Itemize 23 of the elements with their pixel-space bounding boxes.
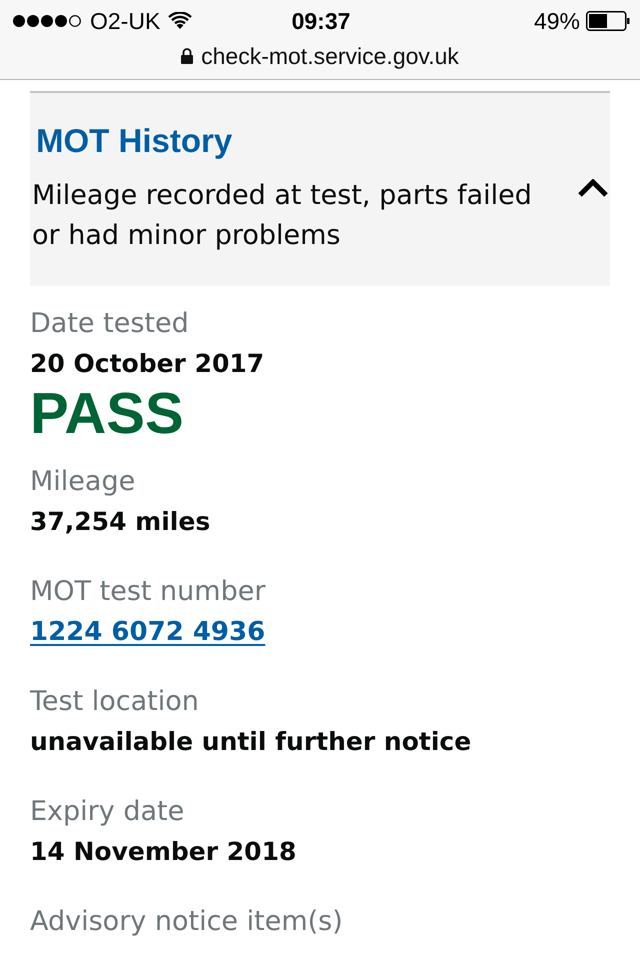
field-label: Expiry date — [30, 795, 184, 829]
test-number-link[interactable]: 1224 6072 4936 — [30, 612, 266, 652]
field-label: Date tested — [30, 307, 189, 341]
wifi-icon — [168, 12, 192, 30]
field-label: Mileage — [30, 465, 136, 499]
chevron-up-icon[interactable] — [578, 179, 608, 197]
field-value: 20 October 2017 — [30, 348, 264, 380]
panel-description: Mileage recorded at test, parts failed or had minor problems — [32, 179, 533, 253]
field-label: MOT test number — [30, 575, 266, 609]
carrier-name: O2-UK — [90, 8, 160, 34]
battery-icon — [586, 11, 630, 31]
address-bar-url[interactable]: check-mot.service.gov.uk — [201, 42, 459, 70]
signal-strength-icon — [12, 14, 82, 28]
field-value: unavailable until further notice — [30, 726, 472, 758]
panel-title-link[interactable]: MOT History — [32, 121, 232, 161]
field-label: Test location — [30, 685, 199, 719]
field-value: 37,254 miles — [30, 506, 210, 538]
battery-percent: 49% — [534, 8, 580, 34]
clock-time: 09:37 — [292, 8, 350, 34]
lock-icon — [181, 48, 194, 64]
field-value: 14 November 2018 — [30, 836, 296, 868]
test-result: PASS — [30, 384, 184, 444]
field-label: Advisory notice item(s) — [30, 905, 343, 939]
